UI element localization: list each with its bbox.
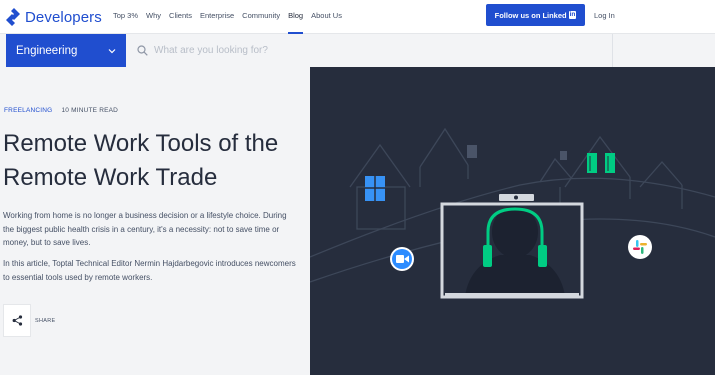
search-divider bbox=[612, 34, 613, 67]
linkedin-button-label: Follow us on bbox=[494, 10, 541, 20]
article-title: Remote Work Tools of the Remote Work Tra… bbox=[3, 130, 279, 191]
hero-illustration bbox=[310, 67, 715, 375]
remote-work-illustration bbox=[310, 127, 715, 299]
category-dropdown-label: Engineering bbox=[16, 44, 78, 57]
nav-link-blog[interactable]: Blog bbox=[288, 11, 304, 34]
share-button[interactable] bbox=[3, 304, 31, 337]
share-label: SHARE bbox=[35, 318, 56, 324]
nav-link-enterprise[interactable]: Enterprise bbox=[200, 11, 234, 20]
search-input[interactable] bbox=[154, 40, 594, 61]
login-link[interactable]: Log In bbox=[594, 11, 615, 20]
article-header: FREELANCING 10 MINUTE READ Remote Work T… bbox=[0, 67, 310, 375]
chevron-down-icon bbox=[108, 48, 116, 53]
nav-link-about-us[interactable]: About Us bbox=[311, 11, 342, 20]
top-navigation: Developers Top 3% Why Clients Enterprise… bbox=[0, 0, 715, 34]
main-nav-links: Top 3% Why Clients Enterprise Community … bbox=[113, 11, 342, 34]
nav-link-why[interactable]: Why bbox=[146, 11, 161, 20]
article-lead: Working from home is no longer a busines… bbox=[3, 211, 287, 247]
slack-icon bbox=[628, 235, 652, 259]
share-icon bbox=[12, 315, 22, 326]
nav-link-clients[interactable]: Clients bbox=[169, 11, 192, 20]
article-read-time: 10 MINUTE READ bbox=[61, 107, 119, 114]
nav-link-top-3[interactable]: Top 3% bbox=[113, 11, 138, 20]
video-call-icon bbox=[390, 247, 414, 271]
brand-name: Developers bbox=[25, 8, 102, 26]
category-dropdown[interactable]: Engineering bbox=[6, 34, 126, 67]
article-category-link[interactable]: FREELANCING bbox=[4, 107, 52, 114]
follow-linkedin-button[interactable]: Follow us on Linked in bbox=[486, 4, 585, 26]
article-meta: FREELANCING 10 MINUTE READ bbox=[4, 107, 118, 114]
linkedin-word: Linked bbox=[542, 10, 567, 20]
toptal-logo-icon bbox=[6, 8, 20, 26]
article-intro: In this article, Toptal Technical Editor… bbox=[3, 259, 296, 282]
search-icon bbox=[137, 45, 148, 56]
search-bar: Engineering bbox=[0, 34, 715, 67]
linkedin-icon: in bbox=[568, 11, 577, 19]
brand-logo[interactable]: Developers bbox=[6, 6, 102, 28]
nav-link-community[interactable]: Community bbox=[242, 11, 280, 20]
